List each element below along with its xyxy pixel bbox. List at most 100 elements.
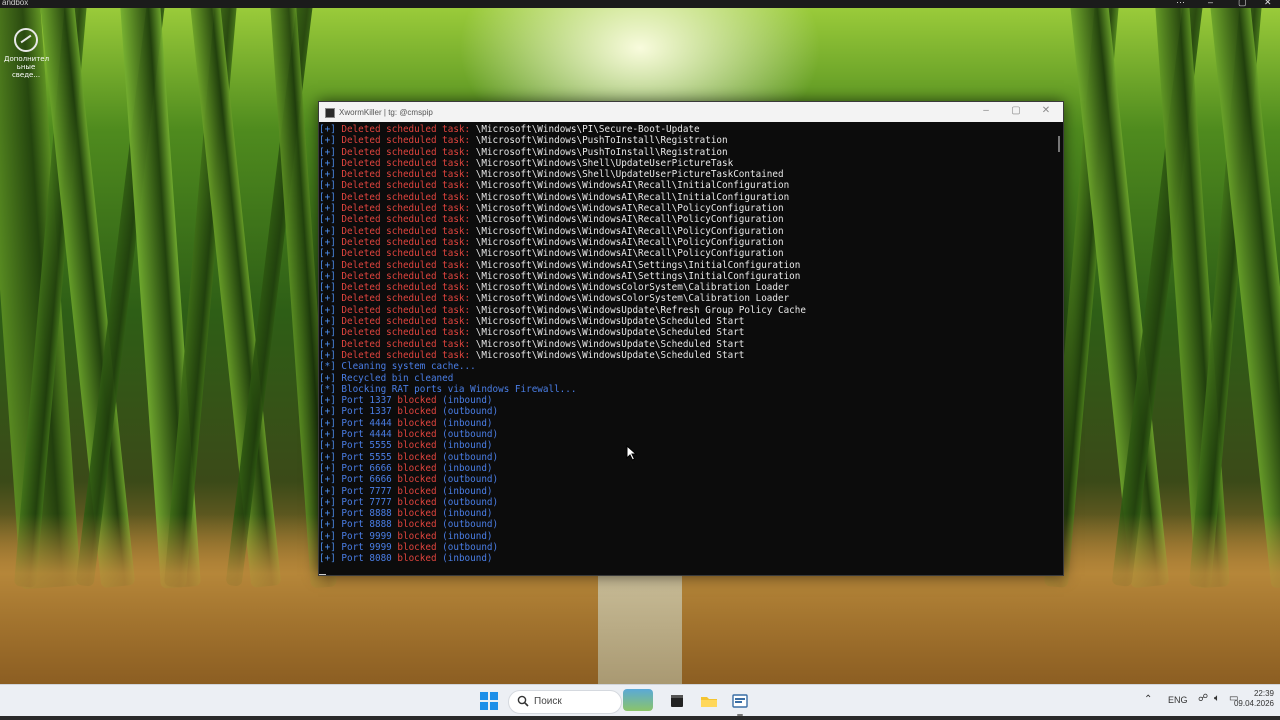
console-line: [+] Port 8080 blocked (inbound) (319, 553, 1051, 564)
chevron-up-icon[interactable]: ⌃ (1144, 694, 1152, 705)
volume-icon[interactable]: 🔈︎ (1214, 693, 1220, 704)
line-text: blocked (397, 485, 443, 497)
line-text: blocked (397, 451, 443, 463)
line-text: Deleted scheduled task: (335, 214, 476, 226)
line-text: (inbound) (442, 508, 493, 520)
line-text: Port 5555 (335, 440, 398, 452)
line-text: \Microsoft\Windows\PushToInstall\Registr… (475, 146, 728, 158)
line-prefix: [+] (319, 553, 336, 565)
shortcut-label-2: ьные сведе... (11, 63, 41, 79)
line-text: (inbound) (442, 440, 493, 452)
line-text: \Microsoft\Windows\PushToInstall\Registr… (475, 135, 728, 147)
line-text: Port 5555 (335, 451, 398, 463)
console-line: [+] Deleted scheduled task: \Microsoft\W… (319, 158, 1051, 169)
widget-icon[interactable] (623, 689, 653, 711)
line-text: \Microsoft\Windows\Shell\UpdateUserPictu… (475, 157, 734, 169)
console-line: [+] Port 1337 blocked (inbound) (319, 395, 1051, 406)
line-text: \Microsoft\Windows\WindowsAI\Recall\Poli… (475, 236, 784, 248)
line-prefix: [+] (319, 338, 336, 350)
mouse-cursor-icon (626, 445, 638, 461)
line-prefix: [+] (319, 135, 336, 147)
console-line: [+] Port 9999 blocked (inbound) (319, 531, 1051, 542)
line-text: blocked (397, 508, 443, 520)
line-text: blocked (397, 553, 443, 565)
line-text: (outbound) (442, 451, 499, 463)
app-icon[interactable] (729, 690, 751, 716)
console-output: [+] Deleted scheduled task: \Microsoft\W… (319, 122, 1051, 575)
minimize-button[interactable]: – (971, 105, 1001, 116)
clock[interactable]: 22:39 09.04.2026 (1234, 689, 1274, 709)
line-prefix: [+] (319, 124, 336, 135)
desktop-shortcut[interactable]: Дополнител ьные сведе... (4, 28, 49, 79)
line-text: Port 7777 (335, 485, 398, 497)
line-text: (inbound) (442, 553, 493, 565)
line-text: Deleted scheduled task: (335, 146, 476, 158)
more-icon[interactable]: ⋯ (1176, 0, 1185, 7)
line-prefix: [+] (319, 530, 336, 542)
line-text: Port 4444 (335, 417, 398, 429)
folder-icon[interactable] (698, 690, 720, 712)
line-text: \Microsoft\Windows\WindowsColorSystem\Ca… (475, 293, 790, 305)
console-line: [+] Deleted scheduled task: \Microsoft\W… (319, 180, 1051, 191)
console-line: [+] Port 1337 blocked (outbound) (319, 406, 1051, 417)
console-line: [+] Deleted scheduled task: \Microsoft\W… (319, 339, 1051, 350)
console-line: [+] Deleted scheduled task: \Microsoft\W… (319, 147, 1051, 158)
maximize-icon[interactable]: ▢ (1238, 0, 1247, 7)
line-text: \Microsoft\Windows\WindowsAI\Recall\Poli… (475, 225, 784, 237)
line-text: (outbound) (442, 474, 499, 486)
console-window[interactable]: XwormKiller | tg: @cmspip – ▢ ✕ [+] Dele… (318, 101, 1064, 576)
console-line: [+] Deleted scheduled task: \Microsoft\W… (319, 214, 1051, 225)
line-prefix: [+] (319, 429, 336, 441)
line-prefix: [+] (319, 462, 336, 474)
line-text: \Microsoft\Windows\WindowsUpdate\Refresh… (475, 304, 806, 316)
taskbar-search[interactable]: Поиск (508, 689, 653, 714)
close-icon[interactable]: ✕ (1264, 0, 1272, 7)
console-title: XwormKiller | tg: @cmspip (339, 108, 433, 117)
console-line: [+] Port 5555 blocked (inbound) (319, 440, 1051, 451)
line-text: Deleted scheduled task: (335, 124, 476, 135)
line-text: Deleted scheduled task: (335, 304, 476, 316)
terminal-icon[interactable] (666, 690, 688, 712)
console-line: [+] Deleted scheduled task: \Microsoft\W… (319, 192, 1051, 203)
line-text: blocked (397, 462, 443, 474)
minimize-icon[interactable]: – (1208, 0, 1213, 7)
line-prefix: [+] (319, 282, 336, 294)
line-text: Deleted scheduled task: (335, 248, 476, 260)
line-text: Port 1337 (335, 406, 398, 418)
console-line: [+] Deleted scheduled task: \Microsoft\W… (319, 260, 1051, 271)
line-text: Deleted scheduled task: (335, 180, 476, 192)
line-text: Deleted scheduled task: (335, 191, 476, 203)
line-text: blocked (397, 496, 443, 508)
console-line: [+] Deleted scheduled task: \Microsoft\W… (319, 237, 1051, 248)
line-text: \Microsoft\Windows\WindowsUpdate\Schedul… (475, 349, 745, 361)
line-text: Port 9999 (335, 530, 398, 542)
line-text: blocked (397, 474, 443, 486)
language-indicator[interactable]: ENG (1168, 695, 1188, 705)
line-prefix: [+] (319, 327, 336, 339)
line-text: Blocking RAT ports via Windows Firewall.… (335, 383, 577, 395)
wallpaper-path (598, 572, 682, 684)
line-text: Deleted scheduled task: (335, 349, 476, 361)
console-titlebar[interactable]: XwormKiller | tg: @cmspip – ▢ ✕ (319, 102, 1063, 122)
console-scrollbar[interactable] (1051, 122, 1063, 575)
close-button[interactable]: ✕ (1031, 105, 1061, 116)
line-prefix: [+] (319, 417, 336, 429)
line-prefix: [+] (319, 541, 336, 553)
line-text: Deleted scheduled task: (335, 203, 476, 215)
console-line: [+] Port 7777 blocked (outbound) (319, 497, 1051, 508)
line-prefix: [+] (319, 496, 336, 508)
scrollbar-thumb[interactable] (1058, 136, 1060, 152)
maximize-button[interactable]: ▢ (1001, 105, 1031, 116)
line-text: Deleted scheduled task: (335, 327, 476, 339)
search-icon (517, 695, 529, 707)
line-prefix: [+] (319, 169, 336, 181)
console-line: [+] Port 4444 blocked (outbound) (319, 429, 1051, 440)
line-text: \Microsoft\Windows\WindowsUpdate\Schedul… (475, 338, 745, 350)
line-text: Port 6666 (335, 474, 398, 486)
line-prefix: [+] (319, 316, 336, 328)
console-line: [+] Port 5555 blocked (outbound) (319, 452, 1051, 463)
line-text: blocked (397, 440, 443, 452)
line-text: Deleted scheduled task: (335, 225, 476, 237)
network-icon[interactable]: ☍ (1198, 693, 1208, 704)
start-icon[interactable] (480, 692, 498, 710)
